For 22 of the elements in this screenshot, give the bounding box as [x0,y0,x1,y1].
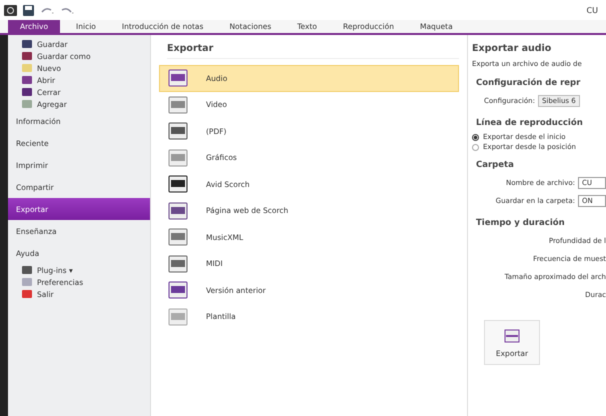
section-heading: Tiempo y duración [475,217,566,230]
file-format-icon [168,228,188,246]
file-format-icon [168,96,188,114]
panel-heading: Exportar [167,43,459,59]
file-format-icon [168,281,188,300]
app-logo-icon [4,4,17,16]
save-icon [23,4,34,16]
file-format-icon [168,308,188,326]
audio-file-icon [504,329,520,343]
file-format-icon [168,69,188,88]
file-format-icon [168,202,188,220]
file-format-icon [168,122,188,140]
section-heading: Configuración de repr [475,77,582,90]
pane-title: Exportar audio [472,43,552,54]
section-heading: Carpeta [475,159,515,172]
file-format-icon [168,148,188,167]
undo-icon [40,6,54,14]
section-heading: Línea de reproducción [475,117,584,130]
window-title: CU [586,6,598,14]
file-format-icon [168,175,188,194]
file-format-icon [168,254,188,273]
redo-icon [60,6,74,14]
